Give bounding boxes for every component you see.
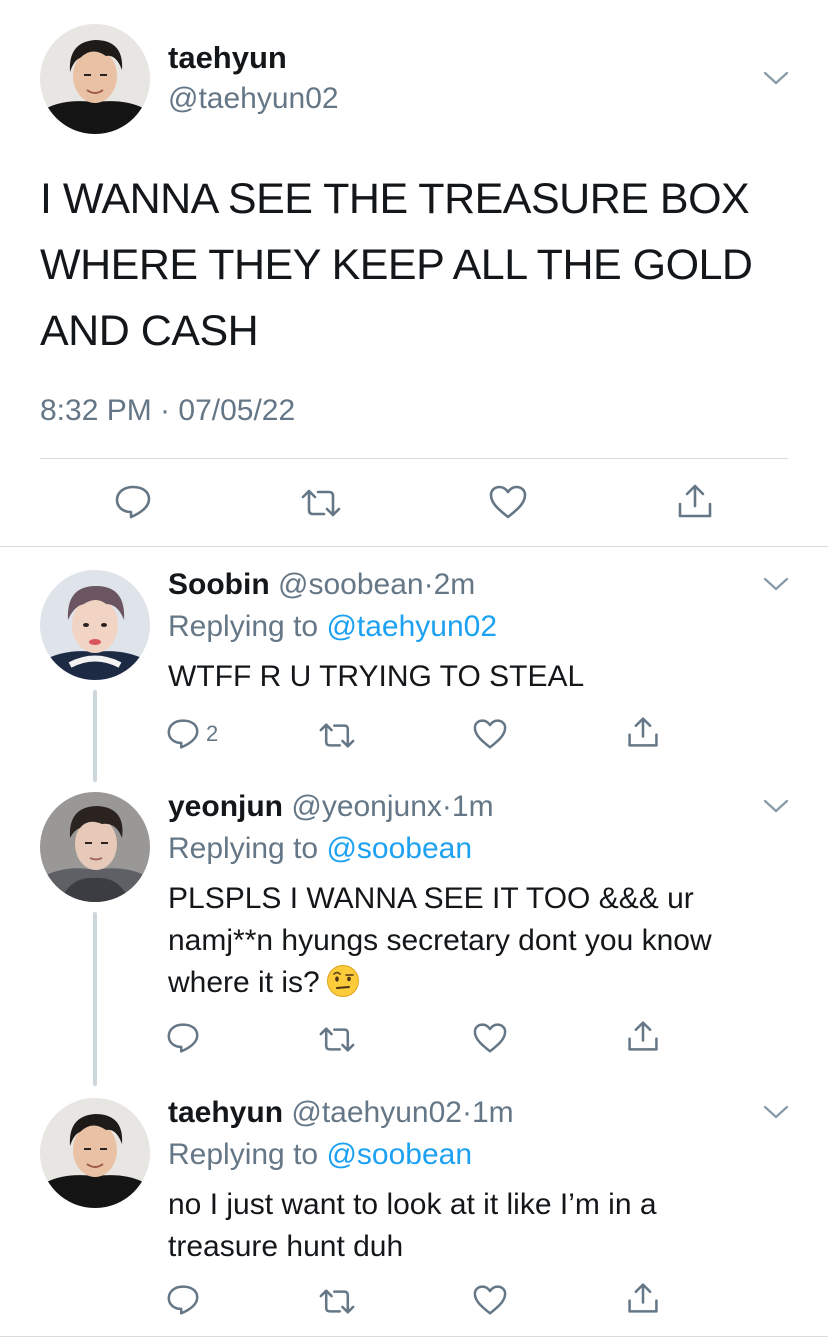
retweet-icon [319,1289,355,1314]
thread-line [93,912,97,1086]
reply-text: PLSPLS I WANNA SEE IT TOO &&& ur namj**n… [168,882,712,999]
face-with-raised-eyebrow-icon [326,964,360,998]
author-handle[interactable]: @soobean [278,568,424,601]
replying-to-label: Replying to [168,610,319,643]
divider [0,546,828,547]
divider [0,1336,828,1337]
share-icon [628,717,658,747]
mention-link[interactable]: @taehyun02 [326,610,497,643]
author-handle[interactable]: @yeonjunx [291,790,442,823]
avatar-taehyun[interactable] [40,24,150,134]
replying-to: Replying to @taehyun02 [168,610,497,644]
share-button[interactable] [626,1019,660,1053]
reply-header: Soobin @soobean·2m [168,568,475,602]
retweet-icon [319,1027,355,1052]
reply-text: no I just want to look at it like I’m in… [168,1188,657,1263]
replying-to: Replying to @soobean [168,1138,472,1172]
share-icon [628,1021,658,1051]
share-icon [628,1283,658,1313]
share-button[interactable] [676,482,714,520]
mention-link[interactable]: @soobean [326,832,472,865]
share-button[interactable] [626,715,660,749]
heart-icon [489,485,527,519]
separator-dot: · [441,790,452,823]
reply-text-block: PLSPLS I WANNA SEE IT TOO &&& ur namj**n… [168,878,778,1004]
tweet-text: I WANNA SEE THE TREASURE BOX WHERE THEY … [40,175,753,355]
share-icon [678,484,712,518]
replying-to-label: Replying to [168,1138,319,1171]
reply-text: WTFF R U TRYING TO STEAL [168,660,585,693]
comment-icon [167,719,199,749]
like-button[interactable] [488,484,528,520]
heart-icon [473,1023,507,1053]
reply-header: taehyun @taehyun02·1m [168,1096,514,1130]
author-name[interactable]: yeonjun [168,790,283,823]
reply-time[interactable]: 2m [434,568,476,601]
retweet-icon [319,723,355,748]
divider [40,458,788,459]
author-name[interactable]: Soobin [168,568,270,601]
reply-header: yeonjun @yeonjunx·1m [168,790,494,824]
like-button[interactable] [472,718,508,750]
thread-line [93,690,97,782]
reply-button[interactable] [114,484,152,520]
replying-to-label: Replying to [168,832,319,865]
retweet-icon [301,489,341,517]
separator-dot: · [423,568,434,601]
separator-dot: · [461,1096,472,1129]
author-name[interactable]: taehyun [168,40,287,76]
retweet-button[interactable] [318,1288,356,1315]
retweet-button[interactable] [300,488,342,518]
chevron-down-icon[interactable] [763,798,789,814]
reply-button[interactable]: 2 [166,718,218,750]
comment-icon [167,1023,199,1053]
reply-button[interactable] [166,1284,200,1316]
replying-to: Replying to @soobean [168,832,472,866]
author-handle[interactable]: @taehyun02 [291,1096,462,1129]
like-button[interactable] [472,1022,508,1054]
author-name[interactable]: taehyun [168,1096,283,1129]
reply-count: 2 [206,721,219,746]
share-button[interactable] [626,1281,660,1315]
mention-link[interactable]: @soobean [326,1138,472,1171]
comment-icon [167,1285,199,1315]
tweet-timestamp[interactable]: 8:32 PM · 07/05/22 [40,394,295,428]
comment-icon [115,485,151,519]
avatar-yeonjun[interactable] [40,792,150,902]
chevron-down-icon[interactable] [763,576,789,592]
reply-button[interactable] [166,1022,200,1054]
avatar-soobin[interactable] [40,570,150,680]
heart-icon [473,1285,507,1315]
chevron-down-icon[interactable] [763,1104,789,1120]
chevron-down-icon[interactable] [763,70,789,86]
reply-time[interactable]: 1m [452,790,494,823]
retweet-button[interactable] [318,722,356,749]
avatar-taehyun[interactable] [40,1098,150,1208]
reply-time[interactable]: 1m [472,1096,514,1129]
author-handle[interactable]: @taehyun02 [168,82,339,116]
like-button[interactable] [472,1284,508,1316]
retweet-button[interactable] [318,1026,356,1053]
heart-icon [473,719,507,749]
